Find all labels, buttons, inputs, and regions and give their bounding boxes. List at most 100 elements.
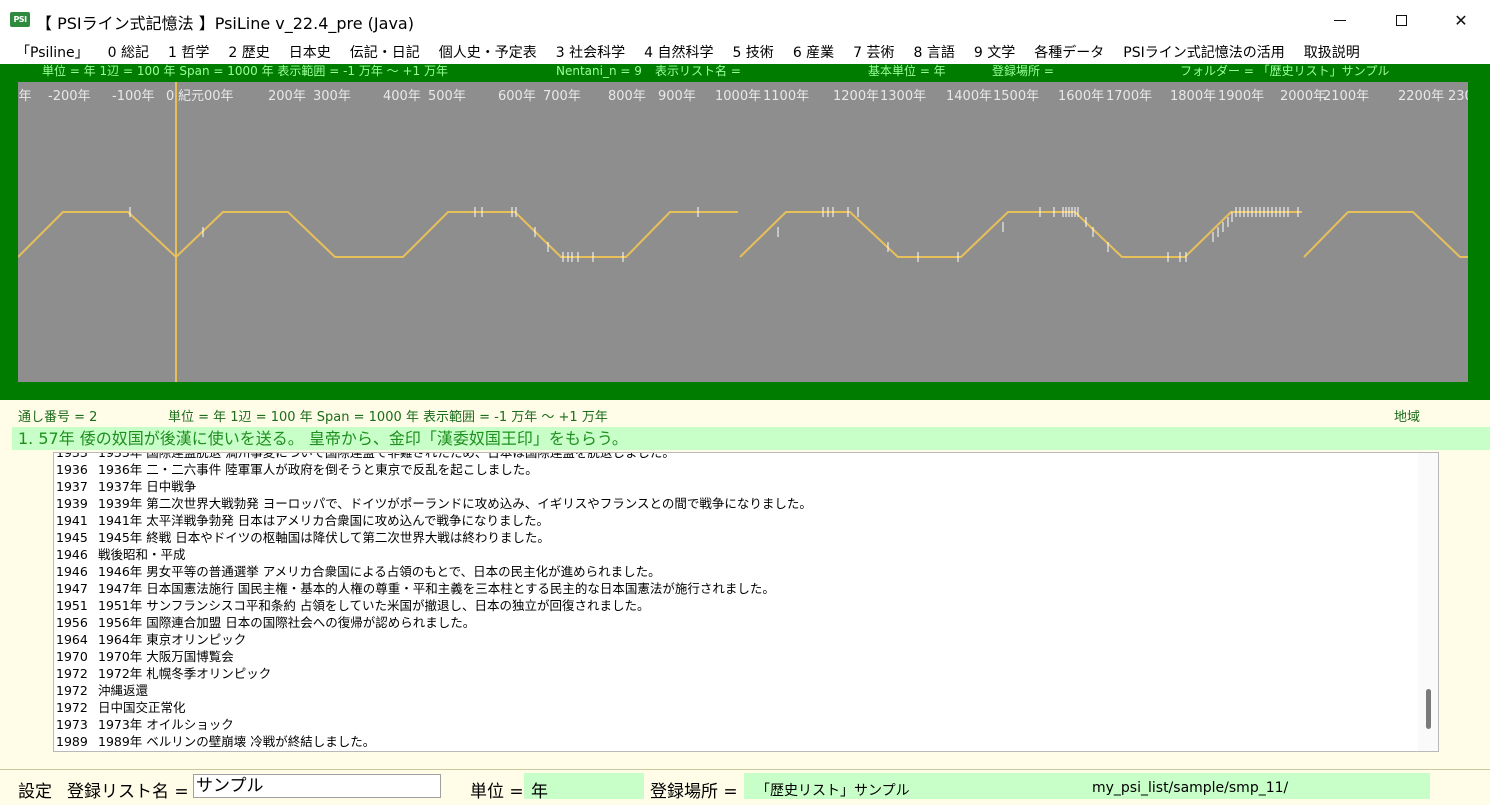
axis-label: -100年	[112, 89, 155, 104]
info-list-name: 表示リスト名 =	[655, 64, 741, 78]
axis-label: 800年	[608, 89, 646, 104]
list-item[interactable]: 1972 沖縄返還	[56, 682, 812, 699]
menu-psiline[interactable]: 「Psiline」	[16, 42, 89, 62]
list-item-year: 1941	[56, 513, 88, 528]
list-scrollbar[interactable]	[1418, 453, 1438, 751]
close-icon: ✕	[1454, 10, 1468, 30]
list-item[interactable]: 1937 1937年 日中戦争	[56, 478, 812, 495]
unit-label: 単位 =	[470, 782, 524, 802]
list-item[interactable]: 1972 日中国交正常化	[56, 699, 812, 716]
list-item-year: 1951	[56, 598, 88, 613]
list-item-year: 1989	[56, 734, 88, 749]
list-item[interactable]: 1964 1964年 東京オリンピック	[56, 631, 812, 648]
axis-label: 1200年	[833, 89, 879, 104]
menu-japanese-history[interactable]: 日本史	[289, 42, 331, 62]
axis-label: 700年	[543, 89, 581, 104]
reg-list-input[interactable]: サンプル	[193, 774, 441, 798]
list-item-year: 1964	[56, 632, 88, 647]
axis-label: 1400年	[946, 89, 992, 104]
axis-label: 500年	[428, 89, 466, 104]
psi-line-segment	[1303, 211, 1468, 258]
list-item[interactable]: 1956 1956年 国際連合加盟 日本の国際社会への復帰が認められました。	[56, 614, 812, 631]
menu-arts[interactable]: 7 芸術	[853, 42, 894, 62]
minimize-icon	[1334, 19, 1346, 21]
list-item[interactable]: 1936 1936年 二・二六事件 陸軍軍人が政府を倒そうと東京で反乱を起こしまし…	[56, 461, 812, 478]
maximize-button[interactable]	[1371, 0, 1431, 40]
menu-literature[interactable]: 9 文学	[974, 42, 1015, 62]
list-item-text: 1936年 二・二六事件 陸軍軍人が政府を倒そうと東京で反乱を起こしました。	[98, 462, 538, 477]
axis-label: 300年	[313, 89, 351, 104]
axis-label: 2200年	[1398, 89, 1444, 104]
selected-entry[interactable]: 1. 57年 倭の奴国が後漢に使いを送る。 皇帝から、金印「漢委奴国王印」をもら…	[12, 427, 1490, 450]
list-item-year: 1946	[56, 564, 88, 579]
list-item-year: 1972	[56, 666, 88, 681]
list-item-text: 1972年 札幌冬季オリンピック	[98, 666, 272, 681]
menu-technology[interactable]: 5 技術	[732, 42, 773, 62]
settings-button[interactable]: 設定	[18, 777, 52, 802]
list-item[interactable]: 1946 戦後昭和・平成	[56, 546, 812, 563]
list-item[interactable]: 1946 1946年 男女平等の普通選挙 アメリカ合衆国による占領のもとで、日本の…	[56, 563, 812, 580]
menu-language[interactable]: 8 言語	[914, 42, 955, 62]
menu-industry[interactable]: 6 産業	[793, 42, 834, 62]
list-item-year: 1947	[56, 581, 88, 596]
axis-label: 00年	[18, 89, 32, 104]
info-location: 登録場所 =	[992, 64, 1054, 78]
list-item[interactable]: 1970 1970年 大阪万国博覧会	[56, 648, 812, 665]
list-item[interactable]: 1972 1972年 札幌冬季オリンピック	[56, 665, 812, 682]
menu-social-science[interactable]: 3 社会科学	[556, 42, 625, 62]
axis-label: 900年	[658, 89, 696, 104]
info-base-unit: 基本単位 = 年	[868, 64, 946, 78]
menu-data[interactable]: 各種データ	[1034, 42, 1104, 62]
list-item-text: 戦後昭和・平成	[98, 547, 186, 562]
serial-number: 通し番号 = 2	[18, 410, 98, 425]
menu-philosophy[interactable]: 1 哲学	[168, 42, 209, 62]
minimize-button[interactable]	[1310, 0, 1370, 40]
list-item-text: 1964年 東京オリンピック	[98, 632, 247, 647]
scroll-thumb[interactable]	[1426, 689, 1431, 729]
menu-bar: 「Psiline」 0 総記 1 哲学 2 歴史 日本史 伝記・日記 個人史・予…	[0, 40, 1490, 64]
list-item-text: 1947年 日本国憲法施行 国民主権・基本的人権の尊重・平和主義を三本柱とする民…	[98, 581, 775, 596]
axis-label: 2000年	[1280, 89, 1326, 104]
close-button[interactable]: ✕	[1431, 0, 1490, 40]
list-item[interactable]: 1945 1945年 終戦 日本やドイツの枢軸国は降伏して第二次世界大戦は終わりま…	[56, 529, 812, 546]
list-item-year: 1956	[56, 615, 88, 630]
psi-line-canvas[interactable]: 00年 -200年 -100年 0 紀元00年 200年 300年 400年 500年 600年 7…	[18, 82, 1468, 382]
list-item[interactable]: 1951 1951年 サンフランシスコ平和条約 占領をしていた米国が撤退し、日本の…	[56, 597, 812, 614]
menu-usage[interactable]: PSIライン式記憶法の活用	[1123, 42, 1284, 62]
menu-natural-science[interactable]: 4 自然科学	[644, 42, 713, 62]
list-item-text: 1946年 男女平等の普通選挙 アメリカ合衆国による占領のもとで、日本の民主化が…	[98, 564, 661, 579]
menu-manual[interactable]: 取扱説明	[1304, 42, 1360, 62]
menu-biography[interactable]: 伝記・日記	[350, 42, 420, 62]
menu-general[interactable]: 0 総記	[108, 42, 149, 62]
list-item-year: 1972	[56, 683, 88, 698]
psi-line-segment	[18, 211, 738, 259]
event-list[interactable]: 1933 1933年 国際連盟脱退 満州事変について国際連盟で非難されたため、日本…	[53, 452, 1439, 752]
list-item[interactable]: 1941 1941年 太平洋戦争勃発 日本はアメリカ合衆国に攻め込んで戦争になりま…	[56, 512, 812, 529]
app-icon: PSI	[10, 12, 30, 27]
list-item-year: 1933	[56, 452, 88, 460]
axis-label: 400年	[383, 89, 421, 104]
list-item-year: 1937	[56, 479, 88, 494]
axis-label: 1700年	[1106, 89, 1152, 104]
axis-label: -200年	[48, 89, 91, 104]
maximize-icon	[1395, 14, 1407, 26]
list-item-text: 1956年 国際連合加盟 日本の国際社会への復帰が認められました。	[98, 615, 476, 630]
list-item[interactable]: 1989 1989年 ベルリンの壁崩壊 冷戦が終結しました。	[56, 733, 812, 750]
reg-list-label: 登録リスト名 =	[67, 782, 189, 802]
axis-label: 1900年	[1218, 89, 1264, 104]
info-nentani: Nentani_n = 9	[556, 64, 642, 78]
menu-personal-history[interactable]: 個人史・予定表	[439, 42, 537, 62]
axis-label: 1000年	[715, 89, 761, 104]
list-item[interactable]: 1947 1947年 日本国憲法施行 国民主権・基本的人権の尊重・平和主義を三本柱…	[56, 580, 812, 597]
list-item-text: 1989年 ベルリンの壁崩壊 冷戦が終結しました。	[98, 734, 376, 749]
list-item[interactable]: 1933 1933年 国際連盟脱退 満州事変について国際連盟で非難されたため、日本…	[56, 452, 812, 461]
menu-history[interactable]: 2 歴史	[228, 42, 269, 62]
bottom-bar: 設定 登録リスト名 = サンプル 単位 = 年 登録場所 = 「歴史リスト」サン…	[0, 769, 1490, 805]
list-item-text: 1937年 日中戦争	[98, 479, 197, 494]
region-label: 地域	[1394, 410, 1421, 425]
location-path: my_psi_list/sample/smp_11/	[1092, 780, 1289, 796]
psi-line-plot[interactable]: 00年 -200年 -100年 0 紀元00年 200年 300年 400年 500年 600年 7…	[18, 82, 1468, 382]
list-item[interactable]: 1939 1939年 第二次世界大戦勃発 ヨーロッパで、ドイツがポーランドに攻め込…	[56, 495, 812, 512]
list-item-text: 1970年 大阪万国博覧会	[98, 649, 234, 664]
list-item[interactable]: 1973 1973年 オイルショック	[56, 716, 812, 733]
